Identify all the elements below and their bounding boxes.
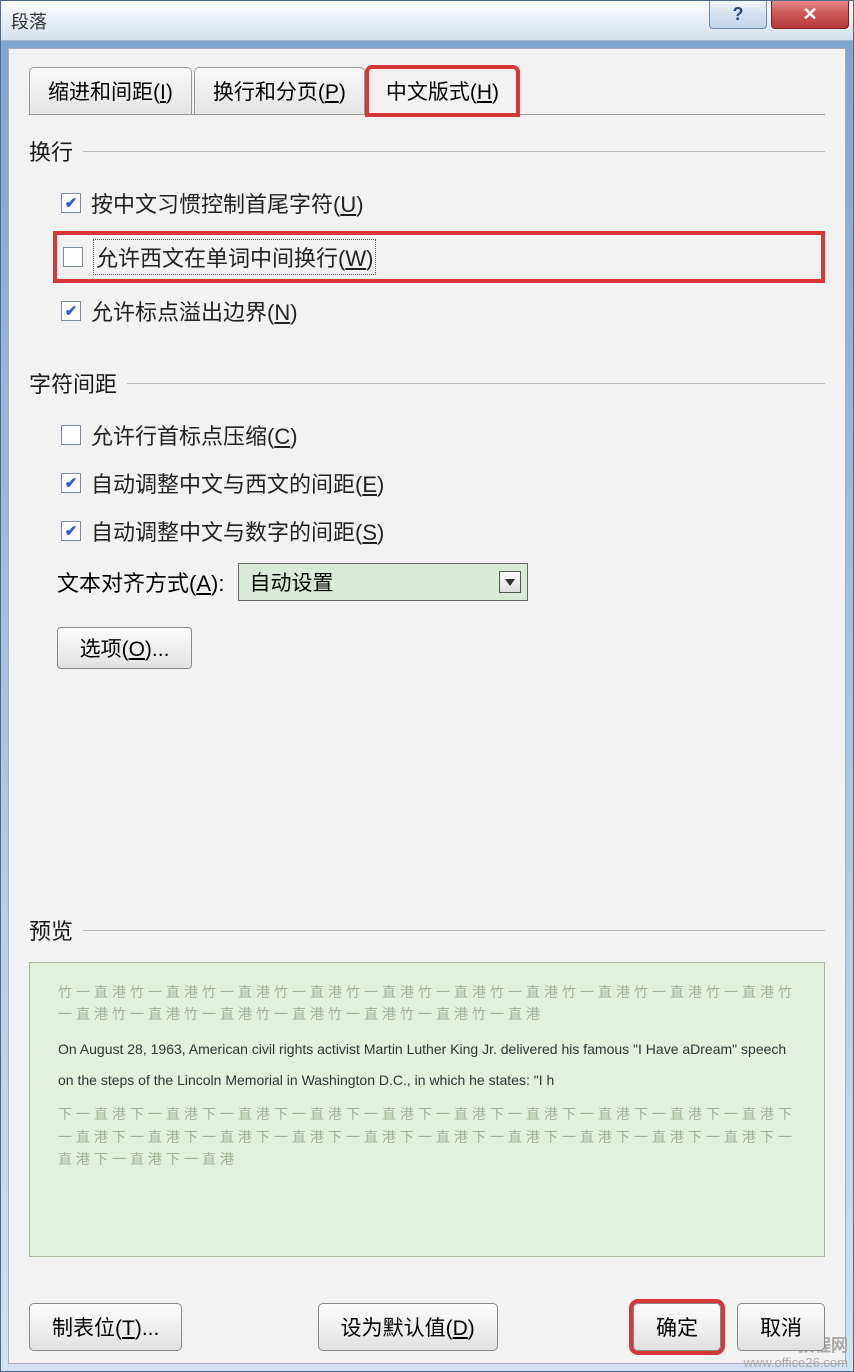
tab-panel: 换行 按中文习惯控制首尾字符(U) 允许西文在单词中间换行(W) 允许标点溢出边… — [29, 114, 825, 1351]
preview-fieldset: 预览 竹一直港竹一直港竹一直港竹一直港竹一直港竹一直港竹一直港竹一直港竹一直港竹… — [29, 914, 825, 1257]
charspacing-fieldset: 字符间距 允许行首标点压缩(C) 自动调整中文与西文的间距(E) 自动调整中文与… — [29, 367, 825, 669]
checkbox-icon — [61, 193, 81, 213]
preview-placeholder-after: 下一直港下一直港下一直港下一直港下一直港下一直港下一直港下一直港下一直港下一直港… — [58, 1103, 796, 1170]
button-label: 制表位(T)... — [52, 1317, 159, 1340]
preview-legend: 预览 — [29, 914, 825, 946]
tab-chinese-typography[interactable]: 中文版式(H) — [367, 67, 518, 115]
checkbox-label: 允许标点溢出边界(N) — [91, 295, 298, 327]
chevron-down-icon — [499, 571, 521, 593]
tab-strip: 缩进和间距(I) 换行和分页(P) 中文版式(H) — [29, 67, 825, 114]
dialog-button-bar: 制表位(T)... 设为默认值(D) 确定 取消 — [29, 1303, 825, 1351]
options-button[interactable]: 选项(O)... — [57, 627, 192, 669]
preview-box: 竹一直港竹一直港竹一直港竹一直港竹一直港竹一直港竹一直港竹一直港竹一直港竹一直港… — [29, 962, 825, 1257]
help-icon: ? — [733, 4, 744, 25]
button-label: 选项(O)... — [80, 638, 170, 661]
button-label: 设为默认值(D) — [341, 1317, 475, 1340]
dialog-content: 缩进和间距(I) 换行和分页(P) 中文版式(H) 换行 按中文习惯控制首尾字符… — [8, 48, 846, 1364]
checkbox-hanging-punctuation[interactable]: 允许标点溢出边界(N) — [57, 291, 825, 331]
tabstops-button[interactable]: 制表位(T)... — [29, 1303, 182, 1351]
dialog-window: 段落 ? ✕ 缩进和间距(I) 换行和分页(P) 中文版式(H) 换行 — [0, 0, 854, 1372]
tab-label: 换行和分页(P) — [213, 81, 346, 104]
checkbox-label: 按中文习惯控制首尾字符(U) — [91, 187, 364, 219]
window-title: 段落 — [11, 8, 47, 34]
checkbox-icon — [61, 521, 81, 541]
charspacing-legend: 字符间距 — [29, 367, 825, 399]
checkbox-icon — [61, 473, 81, 493]
button-label: 取消 — [760, 1317, 802, 1340]
tab-label: 中文版式(H) — [386, 81, 499, 104]
checkbox-chinese-line-rules[interactable]: 按中文习惯控制首尾字符(U) — [57, 183, 825, 223]
help-button[interactable]: ? — [709, 1, 767, 29]
checkbox-label: 自动调整中文与数字的间距(S) — [91, 515, 384, 547]
checkbox-label: 允许西文在单词中间换行(W) — [93, 239, 376, 275]
checkbox-label: 自动调整中文与西文的间距(E) — [91, 467, 384, 499]
tab-indent-spacing[interactable]: 缩进和间距(I) — [29, 67, 192, 114]
checkbox-icon — [63, 247, 83, 267]
combo-value: 自动设置 — [249, 567, 333, 597]
text-alignment-combo[interactable]: 自动设置 — [238, 563, 528, 601]
checkbox-label: 允许行首标点压缩(C) — [91, 419, 298, 451]
close-icon: ✕ — [802, 4, 817, 25]
cancel-button[interactable]: 取消 — [737, 1303, 825, 1351]
right-buttons: 确定 取消 — [633, 1303, 825, 1351]
preview-sample-text: On August 28, 1963, American civil right… — [58, 1034, 796, 1096]
tab-line-pagebreak[interactable]: 换行和分页(P) — [194, 67, 365, 114]
checkbox-compress-punctuation[interactable]: 允许行首标点压缩(C) — [57, 415, 825, 455]
button-label: 确定 — [656, 1317, 698, 1340]
checkbox-latin-wordwrap[interactable]: 允许西文在单词中间换行(W) — [53, 231, 825, 283]
checkbox-adjust-cjk-latin[interactable]: 自动调整中文与西文的间距(E) — [57, 463, 825, 503]
ok-button[interactable]: 确定 — [633, 1303, 721, 1351]
linebreak-fieldset: 换行 按中文习惯控制首尾字符(U) 允许西文在单词中间换行(W) 允许标点溢出边… — [29, 135, 825, 339]
text-alignment-row: 文本对齐方式(A): 自动设置 — [57, 563, 825, 601]
titlebar-buttons: ? ✕ — [709, 1, 853, 40]
titlebar: 段落 ? ✕ — [1, 1, 853, 41]
set-default-button[interactable]: 设为默认值(D) — [318, 1303, 498, 1351]
checkbox-adjust-cjk-number[interactable]: 自动调整中文与数字的间距(S) — [57, 511, 825, 551]
text-alignment-label: 文本对齐方式(A): — [57, 566, 224, 598]
tab-label: 缩进和间距(I) — [48, 81, 173, 104]
checkbox-icon — [61, 425, 81, 445]
spacer — [29, 697, 825, 914]
checkbox-icon — [61, 301, 81, 321]
preview-placeholder-before: 竹一直港竹一直港竹一直港竹一直港竹一直港竹一直港竹一直港竹一直港竹一直港竹一直港… — [58, 981, 796, 1026]
close-button[interactable]: ✕ — [771, 1, 849, 29]
linebreak-legend: 换行 — [29, 135, 825, 167]
